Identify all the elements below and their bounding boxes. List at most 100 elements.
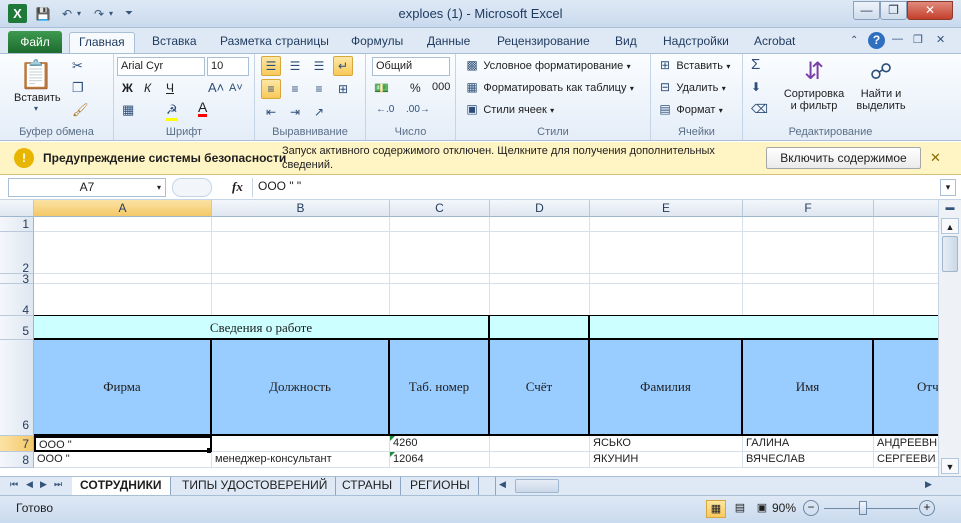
- next-sheet-icon[interactable]: ▶: [40, 479, 47, 490]
- fill-color-icon[interactable]: ☭: [166, 102, 178, 121]
- data-cell-d8[interactable]: [490, 452, 590, 468]
- column-header-d[interactable]: D: [490, 200, 590, 217]
- zoom-level[interactable]: 90%: [772, 501, 796, 515]
- align-center-icon[interactable]: ≡: [285, 79, 305, 99]
- minimize-button[interactable]: —: [853, 1, 880, 20]
- worksheet-grid[interactable]: A B C D E F 1 2 3 4 5 6 7 8 Сведения о р…: [0, 200, 938, 476]
- tab-acrobat[interactable]: Acrobat: [745, 32, 804, 53]
- column-header-g[interactable]: [874, 200, 938, 217]
- expand-formula-icon[interactable]: ▾: [940, 179, 956, 196]
- column-header-c[interactable]: C: [390, 200, 490, 217]
- scroll-up-icon[interactable]: ▲: [941, 218, 959, 234]
- tab-home[interactable]: Главная: [69, 32, 135, 53]
- column-header-b[interactable]: B: [212, 200, 390, 217]
- data-cell-f7[interactable]: ГАЛИНА: [743, 436, 874, 452]
- cut-icon[interactable]: ✂: [72, 58, 83, 74]
- wrap-text-icon[interactable]: ↵: [333, 56, 353, 76]
- insert-function-icon[interactable]: fx: [232, 179, 243, 195]
- italic-button[interactable]: К: [144, 81, 151, 95]
- decrease-indent-icon[interactable]: ⇤: [261, 102, 281, 122]
- section-cell-e[interactable]: [590, 316, 938, 340]
- last-sheet-icon[interactable]: ⏭: [54, 479, 62, 490]
- prev-sheet-icon[interactable]: ◀: [26, 479, 33, 490]
- doc-close-icon[interactable]: ✕: [936, 33, 945, 46]
- merge-center-icon[interactable]: ⊞: [333, 79, 353, 99]
- data-cell-b7[interactable]: [212, 436, 390, 452]
- shrink-font-icon[interactable]: A˅: [229, 82, 243, 94]
- font-name-combo[interactable]: Arial Cyr: [117, 57, 205, 76]
- maximize-button[interactable]: ❐: [880, 1, 907, 20]
- split-box-icon[interactable]: ▬: [942, 202, 958, 216]
- clear-icon[interactable]: ⌫: [751, 102, 768, 116]
- font-color-icon[interactable]: A: [198, 100, 208, 117]
- percent-button[interactable]: %: [410, 81, 421, 95]
- paste-button[interactable]: 📋 Вставить ▾: [14, 58, 61, 114]
- row-header-3[interactable]: 3: [0, 273, 34, 285]
- tab-page-layout[interactable]: Разметка страницы: [211, 32, 338, 53]
- grow-font-icon[interactable]: A˄: [208, 80, 224, 95]
- security-message[interactable]: Запуск активного содержимого отключен. Щ…: [282, 144, 752, 172]
- column-header-a[interactable]: A: [34, 200, 212, 217]
- doc-minimize-icon[interactable]: —: [892, 33, 903, 45]
- tab-view[interactable]: Вид: [606, 32, 646, 53]
- close-icon[interactable]: ✕: [930, 150, 941, 166]
- zoom-slider-track[interactable]: [824, 508, 918, 509]
- row-header-4[interactable]: 4: [0, 284, 34, 317]
- align-middle-icon[interactable]: ☰: [285, 56, 305, 76]
- vertical-scrollbar[interactable]: ▬ ▲ ▼: [938, 200, 961, 476]
- row-header-1[interactable]: 1: [0, 217, 34, 232]
- close-button[interactable]: ✕: [907, 1, 953, 20]
- format-cells-button[interactable]: ▤ Формат ▾: [657, 102, 722, 116]
- delete-cells-button[interactable]: ⊟ Удалить ▾: [657, 80, 726, 94]
- formula-input[interactable]: ООО " ": [252, 178, 939, 197]
- font-size-combo[interactable]: 10: [207, 57, 249, 76]
- scroll-down-icon[interactable]: ▼: [941, 458, 959, 474]
- hscroll-thumb[interactable]: [515, 479, 559, 493]
- row-header-6[interactable]: 6: [0, 340, 34, 436]
- row-header-5[interactable]: 5: [0, 316, 34, 340]
- increase-indent-icon[interactable]: ⇥: [285, 102, 305, 122]
- data-cell-b8[interactable]: менеджер-консультант: [212, 452, 390, 468]
- format-as-table-button[interactable]: ▦ Форматировать как таблицу ▾: [464, 80, 634, 94]
- header-cell-surname[interactable]: Фамилия: [590, 340, 743, 436]
- header-cell-firm[interactable]: Фирма: [34, 340, 212, 436]
- conditional-format-button[interactable]: ▩ Условное форматирование ▾: [464, 58, 630, 72]
- help-icon[interactable]: ?: [868, 32, 885, 49]
- section-title-cell[interactable]: Сведения о работе: [34, 316, 490, 340]
- tab-insert[interactable]: Вставка: [143, 32, 206, 53]
- align-right-icon[interactable]: ≡: [309, 79, 329, 99]
- increase-decimal-icon[interactable]: ←.0: [376, 104, 394, 115]
- tab-addins[interactable]: Надстройки: [654, 32, 738, 53]
- zoom-slider-thumb[interactable]: [859, 501, 867, 515]
- page-layout-view-icon[interactable]: ▤: [730, 500, 750, 518]
- currency-icon[interactable]: 💵: [374, 81, 389, 95]
- sheet-tab-employees[interactable]: СОТРУДНИКИ: [72, 477, 171, 495]
- sort-filter-button[interactable]: ⇵ Сортировка и фильтр: [781, 56, 847, 112]
- data-cell-f8[interactable]: ВЯЧЕСЛАВ: [743, 452, 874, 468]
- sheet-tab-overflow[interactable]: [478, 477, 496, 495]
- data-cell-g7[interactable]: АНДРЕЕВН: [874, 436, 938, 452]
- data-cell-c7[interactable]: 4260: [390, 436, 490, 452]
- tab-data[interactable]: Данные: [418, 32, 479, 53]
- bold-button[interactable]: Ж: [122, 81, 133, 95]
- enable-content-button[interactable]: Включить содержимое: [766, 147, 921, 169]
- column-header-e[interactable]: E: [590, 200, 743, 217]
- select-all-corner[interactable]: [0, 200, 34, 217]
- normal-view-icon[interactable]: ▦: [706, 500, 726, 518]
- copy-icon[interactable]: ❐: [72, 80, 84, 96]
- orientation-icon[interactable]: ↗: [309, 102, 329, 122]
- hscroll-left-icon[interactable]: ◀: [499, 479, 506, 490]
- row-header-2[interactable]: 2: [0, 232, 34, 275]
- data-cell-c8[interactable]: 12064: [390, 452, 490, 468]
- align-bottom-icon[interactable]: ☰: [309, 56, 329, 76]
- sheet-tab-id-types[interactable]: ТИПЫ УДОСТОВЕРЕНИЙ: [174, 477, 337, 495]
- name-box[interactable]: A7 ▾: [8, 178, 166, 197]
- autosum-icon[interactable]: Σ: [751, 56, 760, 73]
- tab-formulas[interactable]: Формулы: [342, 32, 412, 53]
- hscroll-right-icon[interactable]: ▶: [925, 479, 932, 490]
- header-cell-position[interactable]: Должность: [212, 340, 390, 436]
- sheet-tab-regions[interactable]: РЕГИОНЫ: [402, 477, 479, 495]
- section-cell-d[interactable]: [490, 316, 590, 340]
- format-painter-icon[interactable]: 🖌: [72, 102, 89, 118]
- data-cell-d7[interactable]: [490, 436, 590, 452]
